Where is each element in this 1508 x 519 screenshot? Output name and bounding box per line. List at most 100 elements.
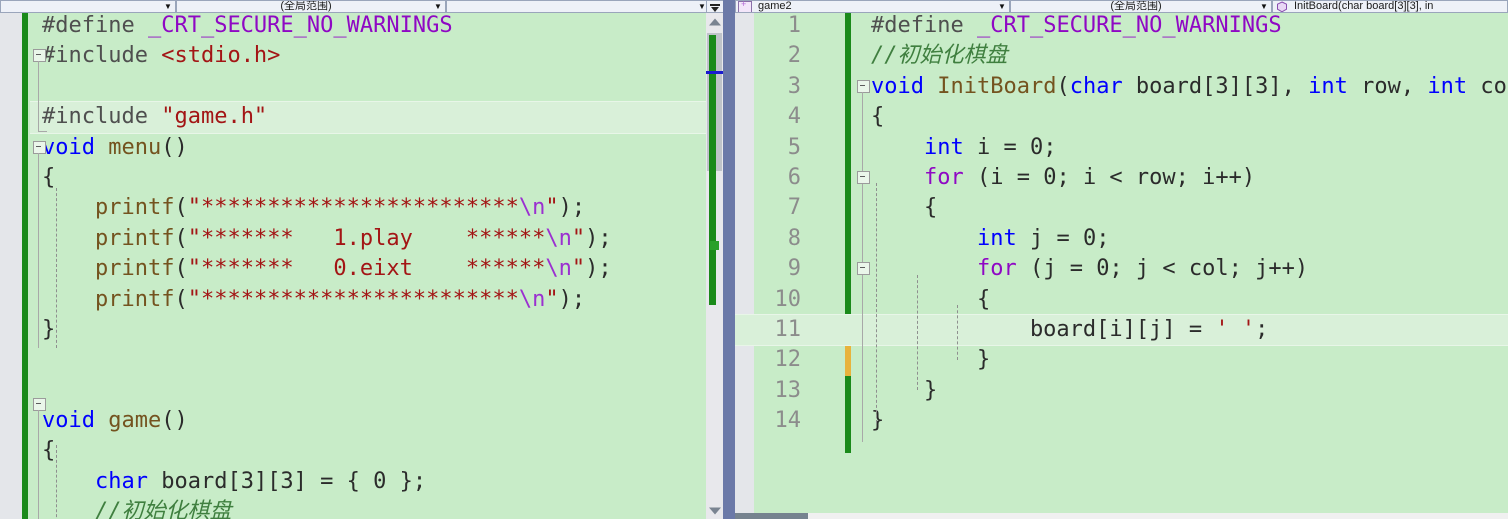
code-text: void InitBoard(char board[3][3], int row… bbox=[871, 72, 1508, 102]
code-token: board bbox=[147, 468, 228, 494]
code-token: ( bbox=[174, 286, 188, 312]
chevron-down-icon: ▼ bbox=[164, 2, 172, 11]
code-line[interactable]: 1 #define _CRT_SECURE_NO_WARNINGS bbox=[735, 13, 1508, 41]
code-line[interactable]: printf("******* 0.eixt ******\n"); bbox=[30, 254, 706, 284]
code-token: i = 0; bbox=[963, 134, 1057, 160]
line-number: 3 bbox=[787, 73, 801, 99]
code-line[interactable]: 5 int i = 0; bbox=[735, 133, 1508, 163]
code-text: int j = 0; bbox=[871, 224, 1109, 254]
left-file-dropdown[interactable]: ▼ bbox=[0, 0, 176, 13]
code-line[interactable]: 13 } bbox=[735, 376, 1508, 406]
line-number: 14 bbox=[774, 408, 802, 434]
code-text: for (i = 0; i < row; i++) bbox=[871, 163, 1255, 193]
code-token: { bbox=[871, 286, 991, 312]
right-member-dropdown[interactable]: InitBoard(char board[3][3], in bbox=[1272, 0, 1508, 13]
code-text: //初始化棋盘 bbox=[871, 41, 1008, 71]
cpp-file-icon bbox=[738, 1, 752, 12]
editor-window: ▼ (全局范围) ▼ ▼ #define _CRT_SECURE_NO_WARN… bbox=[0, 0, 1508, 519]
code-token: \n bbox=[545, 256, 572, 282]
code-text: //初始化棋盘 bbox=[42, 497, 232, 519]
code-line[interactable]: } bbox=[30, 315, 706, 345]
code-line[interactable]: 4{ bbox=[735, 102, 1508, 132]
code-line[interactable] bbox=[30, 345, 706, 375]
code-token: <stdio.h> bbox=[161, 43, 281, 69]
code-line[interactable]: 10 { bbox=[735, 285, 1508, 315]
code-line[interactable]: void game() bbox=[30, 406, 706, 436]
line-number: 7 bbox=[787, 195, 801, 221]
code-token: ; bbox=[1255, 316, 1269, 342]
fold-toggle-icon[interactable] bbox=[33, 398, 46, 411]
left-vertical-scrollbar[interactable] bbox=[706, 13, 723, 519]
fold-toggle-icon[interactable] bbox=[33, 141, 46, 154]
line-number: 6 bbox=[787, 164, 801, 190]
code-text: { bbox=[42, 163, 55, 193]
fold-toggle-icon[interactable] bbox=[857, 80, 870, 93]
code-text: char board[3][3] = { 0 }; bbox=[42, 467, 426, 497]
right-code-area[interactable]: 1 #define _CRT_SECURE_NO_WARNINGS 2 //初始化棋盘… bbox=[735, 13, 1508, 513]
code-line[interactable]: 9 for (j = 0; j < col; j++) bbox=[735, 254, 1508, 284]
left-scope-dropdown[interactable]: (全局范围) ▼ bbox=[176, 0, 446, 13]
code-token: printf bbox=[94, 195, 175, 221]
code-token: _CRT_SECURE_NO_WARNINGS bbox=[147, 13, 453, 38]
fold-toggle-icon[interactable] bbox=[857, 171, 870, 184]
code-token: board bbox=[1122, 73, 1203, 99]
code-line[interactable]: { bbox=[30, 163, 706, 193]
code-token: "************************ bbox=[187, 286, 519, 312]
code-token: { bbox=[42, 164, 56, 190]
code-line[interactable]: 7 { bbox=[735, 193, 1508, 223]
right-scope-dropdown[interactable]: (全局范围) ▼ bbox=[1010, 0, 1272, 13]
code-token: (j = 0; j < col; j++) bbox=[1016, 256, 1309, 282]
code-token: row, bbox=[1347, 73, 1428, 99]
code-line[interactable]: #include "game.h" bbox=[30, 102, 706, 133]
right-scope-dropdown-value: (全局范围) bbox=[1110, 0, 1162, 12]
code-line[interactable]: { bbox=[30, 436, 706, 466]
code-token: "game.h" bbox=[161, 104, 268, 130]
code-token: \n bbox=[518, 286, 546, 312]
scroll-down-arrow[interactable] bbox=[706, 502, 723, 519]
code-token: ( bbox=[174, 195, 188, 221]
code-line[interactable]: 12 } bbox=[735, 345, 1508, 375]
blue-position-marker bbox=[706, 71, 723, 74]
indent-guide bbox=[957, 305, 958, 360]
right-code-lines: 1 #define _CRT_SECURE_NO_WARNINGS 2 //初始化棋盘… bbox=[735, 13, 1508, 436]
code-token: { bbox=[871, 195, 938, 221]
scroll-up-arrow[interactable] bbox=[706, 13, 723, 30]
pane-splitter[interactable] bbox=[723, 0, 735, 519]
code-line[interactable]: 14} bbox=[735, 406, 1508, 436]
left-code-area[interactable]: #define _CRT_SECURE_NO_WARNINGS #include … bbox=[30, 13, 706, 519]
right-horizontal-scrollbar[interactable] bbox=[735, 513, 1508, 519]
code-line[interactable] bbox=[30, 376, 706, 406]
code-token: } bbox=[871, 347, 991, 373]
split-window-icon[interactable] bbox=[706, 0, 724, 13]
code-line[interactable]: 3 void InitBoard(char board[3][3], int ro… bbox=[735, 72, 1508, 102]
code-line[interactable]: printf("******* 1.play ******\n"); bbox=[30, 224, 706, 254]
left-member-dropdown[interactable]: ▼ bbox=[446, 0, 710, 13]
code-line[interactable] bbox=[30, 72, 706, 102]
code-token: int bbox=[976, 225, 1017, 251]
code-line[interactable]: //初始化棋盘 bbox=[30, 497, 706, 519]
code-token: int bbox=[923, 134, 964, 160]
code-token: ); bbox=[558, 195, 586, 221]
code-line[interactable]: 6 for (i = 0; i < row; i++) bbox=[735, 163, 1508, 193]
code-line[interactable]: #include <stdio.h> bbox=[30, 41, 706, 71]
code-token: { bbox=[42, 438, 56, 464]
code-line[interactable]: 11 board[i][j] = ' '; bbox=[735, 314, 1508, 346]
code-token: printf bbox=[94, 225, 175, 251]
fold-toggle-icon[interactable] bbox=[857, 262, 870, 275]
horizontal-scroll-thumb[interactable] bbox=[735, 513, 808, 519]
code-line[interactable]: printf("************************\n"); bbox=[30, 193, 706, 223]
code-line[interactable]: 8 int j = 0; bbox=[735, 224, 1508, 254]
code-text: #define _CRT_SECURE_NO_WARNINGS bbox=[871, 13, 1282, 41]
code-line[interactable]: 2 //初始化棋盘 bbox=[735, 41, 1508, 71]
code-line[interactable]: char board[3][3] = { 0 }; bbox=[30, 467, 706, 497]
right-file-dropdown[interactable]: game2 ▼ bbox=[735, 0, 1010, 13]
code-token: () bbox=[161, 134, 188, 160]
code-line[interactable]: printf("************************\n"); bbox=[30, 285, 706, 315]
code-line[interactable]: #define _CRT_SECURE_NO_WARNINGS bbox=[30, 13, 706, 41]
right-file-dropdown-value: game2 bbox=[758, 0, 792, 12]
code-line[interactable]: void menu() bbox=[30, 133, 706, 163]
